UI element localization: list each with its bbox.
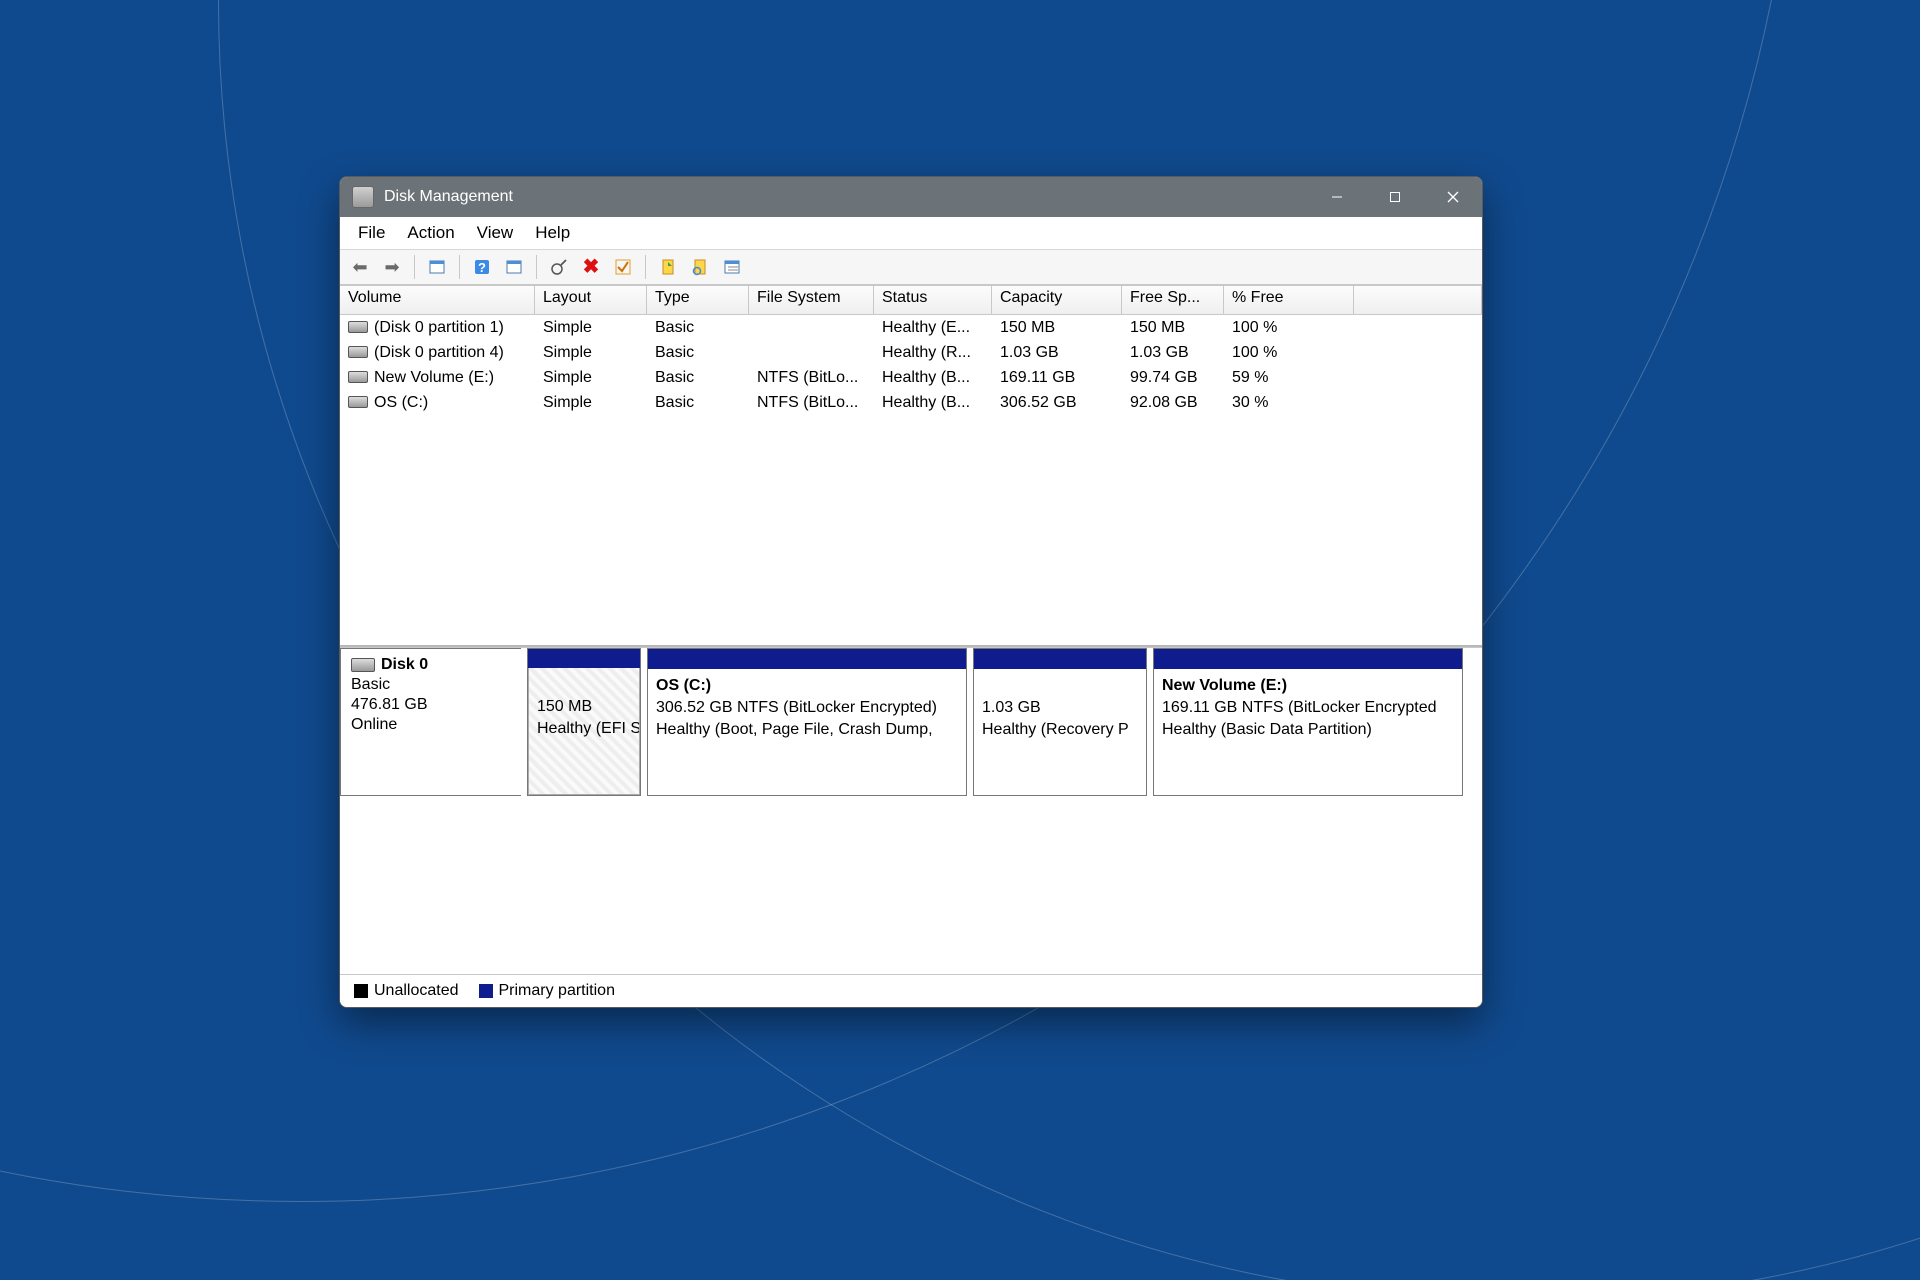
table-row[interactable]: (Disk 0 partition 1)SimpleBasicHealthy (… [340,315,1482,340]
partition[interactable]: OS (C:)306.52 GB NTFS (BitLocker Encrypt… [647,648,967,796]
menu-view[interactable]: View [467,220,524,246]
close-button[interactable] [1424,177,1482,217]
col-status[interactable]: Status [874,286,992,314]
disk-management-window: Disk Management File Action View Help ⬅ … [339,176,1483,1008]
disk-name: Disk 0 [381,655,428,675]
menu-help[interactable]: Help [525,220,580,246]
menubar: File Action View Help [340,217,1482,250]
titlebar[interactable]: Disk Management [340,177,1482,217]
refresh-button[interactable] [545,253,573,281]
col-pctfree[interactable]: % Free [1224,286,1354,314]
disk-partitions: 150 MBHealthy (EFI SOS (C:)306.52 GB NTF… [521,648,1482,796]
col-volume[interactable]: Volume [340,286,535,314]
minimize-button[interactable] [1308,177,1366,217]
details-button[interactable] [500,253,528,281]
disk-label[interactable]: Disk 0 Basic 476.81 GB Online [340,648,521,796]
volume-list[interactable]: (Disk 0 partition 1)SimpleBasicHealthy (… [340,315,1482,647]
table-row[interactable]: (Disk 0 partition 4)SimpleBasicHealthy (… [340,340,1482,365]
table-row[interactable]: OS (C:)SimpleBasicNTFS (BitLo...Healthy … [340,390,1482,415]
action1-button[interactable] [654,253,682,281]
partition[interactable]: 150 MBHealthy (EFI S [527,648,641,796]
col-spacer [1354,286,1482,314]
legend: Unallocated Primary partition [340,974,1482,1007]
legend-unallocated: Unallocated [354,982,459,1000]
menu-file[interactable]: File [348,220,395,246]
drive-icon [351,658,375,672]
menu-action[interactable]: Action [397,220,464,246]
table-row[interactable]: New Volume (E:)SimpleBasicNTFS (BitLo...… [340,365,1482,390]
show-hide-tree-button[interactable] [423,253,451,281]
window-title: Disk Management [384,188,513,206]
check-button[interactable] [609,253,637,281]
col-layout[interactable]: Layout [535,286,647,314]
disk-row: Disk 0 Basic 476.81 GB Online 150 MBHeal… [340,648,1482,796]
svg-text:?: ? [478,260,486,275]
column-headers: Volume Layout Type File System Status Ca… [340,285,1482,315]
help-button[interactable]: ? [468,253,496,281]
properties-button[interactable] [718,253,746,281]
toolbar: ⬅ ➡ ? ✖ [340,250,1482,285]
partition[interactable]: 1.03 GBHealthy (Recovery P [973,648,1147,796]
disk-size: 476.81 GB [351,695,511,715]
back-button[interactable]: ⬅ [346,253,374,281]
disk-type: Basic [351,675,511,695]
maximize-button[interactable] [1366,177,1424,217]
partition[interactable]: New Volume (E:)169.11 GB NTFS (BitLocker… [1153,648,1463,796]
action2-button[interactable] [686,253,714,281]
legend-primary: Primary partition [479,982,615,1000]
col-freespace[interactable]: Free Sp... [1122,286,1224,314]
disk-status: Online [351,715,511,735]
col-filesystem[interactable]: File System [749,286,874,314]
graphical-view: Disk 0 Basic 476.81 GB Online 150 MBHeal… [340,647,1482,1007]
col-capacity[interactable]: Capacity [992,286,1122,314]
forward-button[interactable]: ➡ [378,253,406,281]
delete-button[interactable]: ✖ [577,253,605,281]
app-icon [352,186,374,208]
col-type[interactable]: Type [647,286,749,314]
